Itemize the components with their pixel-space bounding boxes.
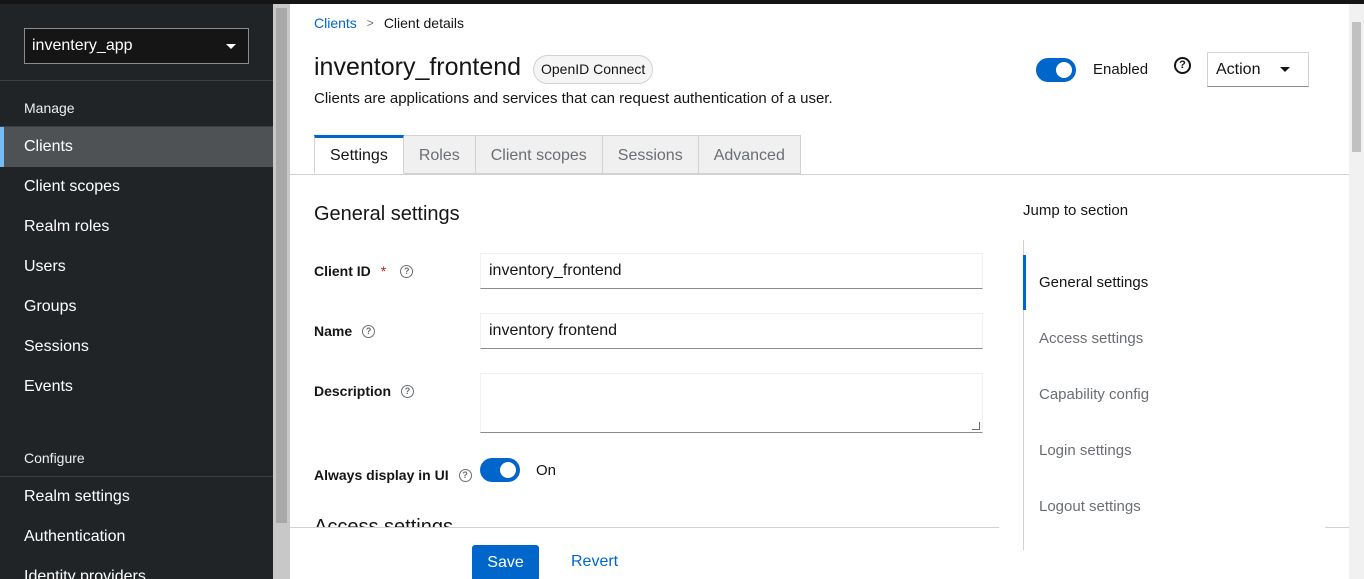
toggle-knob bbox=[500, 462, 516, 478]
help-icon[interactable]: ? bbox=[458, 468, 472, 482]
scrollbar-thumb[interactable] bbox=[276, 8, 287, 523]
description-label: Description? bbox=[314, 383, 415, 399]
toggle-knob bbox=[1056, 62, 1072, 78]
protocol-badge: OpenID Connect bbox=[533, 55, 654, 84]
jump-to-section-title: Jump to section bbox=[1023, 202, 1129, 219]
tab-advanced[interactable]: Advanced bbox=[698, 135, 801, 174]
page-title: inventory_frontend bbox=[314, 53, 522, 81]
enabled-label: Enabled bbox=[1093, 61, 1149, 78]
footer-divider bbox=[290, 527, 999, 528]
sidebar-item-client-scopes[interactable]: Client scopes bbox=[0, 167, 273, 207]
breadcrumb-current: Client details bbox=[383, 15, 464, 31]
jump-link-login-settings[interactable]: Login settings bbox=[1039, 442, 1132, 459]
footer-divider bbox=[1325, 527, 1349, 528]
jump-active-indicator bbox=[1023, 255, 1026, 310]
jump-link-access-settings[interactable]: Access settings bbox=[1039, 330, 1143, 347]
client-id-label: Client ID *? bbox=[314, 263, 414, 279]
enabled-toggle[interactable] bbox=[1036, 58, 1076, 82]
sidebar-item-realm-settings[interactable]: Realm settings bbox=[0, 477, 273, 517]
tab-client-scopes[interactable]: Client scopes bbox=[475, 135, 603, 174]
sidebar-item-events[interactable]: Events bbox=[0, 367, 273, 407]
page-subtitle: Clients are applications and services th… bbox=[314, 90, 833, 107]
sidebar-item-clients[interactable]: Clients bbox=[0, 127, 273, 167]
tab-bar: Settings Roles Client scopes Sessions Ad… bbox=[314, 135, 801, 174]
breadcrumb-clients-link[interactable]: Clients bbox=[314, 15, 357, 31]
sidebar-heading-configure: Configure bbox=[24, 450, 85, 466]
sidebar-item-authentication[interactable]: Authentication bbox=[0, 517, 273, 557]
name-label: Name? bbox=[314, 323, 376, 339]
realm-name: inventery_app bbox=[32, 37, 133, 54]
sidebar-item-sessions[interactable]: Sessions bbox=[0, 327, 273, 367]
sidebar-divider bbox=[0, 80, 273, 81]
description-label-text: Description bbox=[314, 383, 392, 399]
breadcrumb: Clients > Client details bbox=[314, 15, 464, 31]
scrollbar-thumb[interactable] bbox=[1352, 22, 1361, 152]
client-id-input[interactable]: inventory_frontend bbox=[480, 253, 983, 289]
sidebar-scrollbar[interactable] bbox=[273, 4, 290, 579]
realm-selector[interactable]: inventery_app bbox=[24, 28, 249, 64]
help-icon[interactable]: ? bbox=[362, 324, 376, 338]
description-textarea[interactable] bbox=[480, 373, 983, 433]
save-button[interactable]: Save bbox=[472, 545, 539, 579]
always-display-toggle[interactable] bbox=[480, 458, 520, 482]
sidebar-heading-manage: Manage bbox=[24, 100, 75, 116]
name-label-text: Name bbox=[314, 323, 353, 339]
sidebar-item-groups[interactable]: Groups bbox=[0, 287, 273, 327]
revert-button[interactable]: Revert bbox=[571, 553, 618, 571]
name-input[interactable]: inventory frontend bbox=[480, 313, 983, 349]
action-label: Action bbox=[1216, 60, 1261, 78]
caret-down-icon bbox=[1280, 67, 1290, 72]
resize-grip-icon[interactable] bbox=[972, 422, 980, 430]
caret-down-icon bbox=[226, 43, 236, 49]
section-title-general: General settings bbox=[314, 203, 460, 225]
sidebar-item-identity-providers[interactable]: Identity providers bbox=[0, 557, 273, 579]
sidebar-item-realm-roles[interactable]: Realm roles bbox=[0, 207, 273, 247]
tab-roles[interactable]: Roles bbox=[403, 135, 476, 174]
help-icon[interactable]: ? bbox=[401, 384, 415, 398]
sidebar-item-users[interactable]: Users bbox=[0, 247, 273, 287]
client-id-label-text: Client ID bbox=[314, 263, 371, 279]
always-display-state: On bbox=[536, 462, 557, 479]
question-circle-icon[interactable]: ? bbox=[1174, 57, 1191, 74]
always-display-label-text: Always display in UI bbox=[314, 467, 449, 483]
jump-link-logout-settings[interactable]: Logout settings bbox=[1039, 498, 1141, 515]
tab-settings[interactable]: Settings bbox=[314, 135, 404, 174]
page-scrollbar[interactable] bbox=[1349, 4, 1364, 579]
chevron-right-icon: > bbox=[366, 16, 374, 30]
help-icon[interactable]: ? bbox=[400, 264, 414, 278]
jump-link-capability-config[interactable]: Capability config bbox=[1039, 386, 1149, 403]
required-asterisk: * bbox=[380, 263, 387, 279]
jump-link-general-settings[interactable]: General settings bbox=[1039, 274, 1148, 291]
tab-sessions[interactable]: Sessions bbox=[602, 135, 699, 174]
always-display-label: Always display in UI? bbox=[314, 467, 472, 483]
action-dropdown[interactable]: Action bbox=[1207, 52, 1309, 87]
sidebar: inventery_app Manage Clients Client scop… bbox=[0, 4, 273, 579]
